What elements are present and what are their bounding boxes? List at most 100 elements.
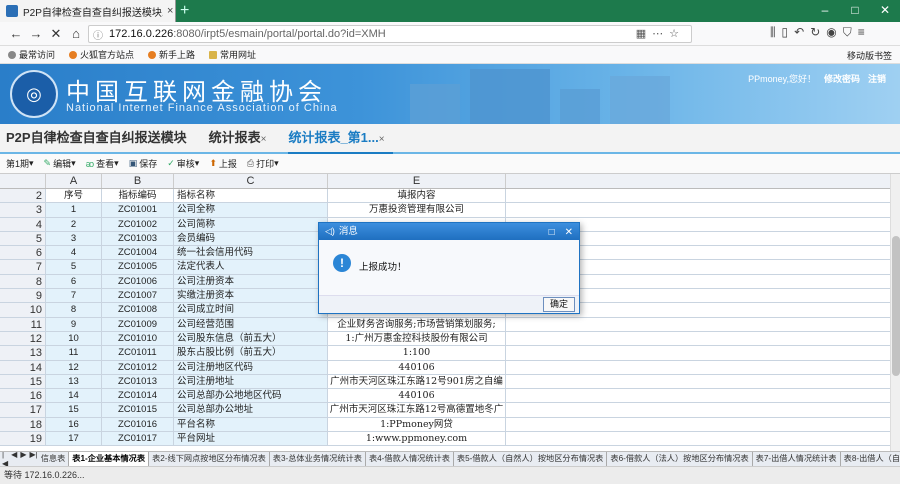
submit-button[interactable]: ⬆ 上报 [209, 157, 237, 170]
cell[interactable]: 8 [46, 303, 102, 318]
logout-link[interactable]: 注销 [868, 72, 886, 85]
scroll-thumb[interactable] [892, 236, 900, 376]
cell[interactable]: 4 [46, 246, 102, 261]
close-tab-icon[interactable]: × [261, 134, 267, 145]
cell[interactable]: 序号 [46, 189, 102, 204]
close-window-icon[interactable]: ✕ [870, 0, 900, 22]
cell[interactable]: 5 [46, 260, 102, 275]
cell[interactable]: 7 [46, 289, 102, 304]
menu-icon[interactable]: ≡ [858, 25, 865, 40]
cell[interactable] [506, 203, 900, 218]
cell[interactable]: ZC01001 [102, 203, 174, 218]
save-button[interactable]: ▣ 保存 [129, 157, 158, 170]
cell[interactable]: 15 [46, 403, 102, 418]
cell[interactable]: ZC01010 [102, 331, 174, 347]
cell[interactable]: 公司注册地址 [174, 374, 328, 390]
review-button[interactable]: ✓ 审核 ▾ [167, 157, 199, 170]
forward-icon[interactable]: → [26, 26, 46, 41]
cell[interactable]: ZC01006 [102, 274, 174, 290]
cell[interactable]: 公司注册地区代码 [174, 360, 328, 375]
home-icon[interactable]: ⌂ [66, 26, 86, 41]
cell[interactable]: 公司总部办公地址 [174, 403, 328, 418]
tab-stat-report-1[interactable]: 统计报表_第1...× [288, 127, 393, 154]
cell[interactable]: 平台名称 [174, 417, 328, 433]
cell[interactable]: ZC01009 [102, 317, 174, 332]
cell[interactable]: 公司经营范围 [174, 317, 328, 332]
cell[interactable] [506, 318, 900, 332]
sheet-tab[interactable]: 表5-借款人（自然人）按地区分布情况表 [454, 452, 608, 466]
mobile-bookmarks[interactable]: 移动版书签 [847, 49, 892, 62]
cell[interactable]: 440106 [328, 360, 506, 375]
cell[interactable]: ZC01004 [102, 246, 174, 261]
cell[interactable]: 6 [46, 274, 102, 290]
chat-icon[interactable]: ◉ [826, 25, 836, 40]
bookmark-item[interactable]: 火狐官方站点 [69, 48, 134, 61]
cell[interactable]: 1:www.ppmoney.com [328, 432, 506, 447]
cell[interactable]: 2 [46, 217, 102, 232]
cell[interactable] [506, 346, 900, 361]
ok-button[interactable]: 确定 [543, 297, 575, 312]
first-sheet-icon[interactable]: |◀ [2, 452, 8, 466]
cell[interactable] [506, 389, 900, 404]
cell[interactable]: 广州市天河区珠江东路12号901房之自编 [328, 374, 506, 390]
cell[interactable]: 广州市天河区珠江东路12号高德置地冬广 [328, 403, 506, 418]
shield-icon[interactable]: ⛉ [843, 25, 852, 40]
cell[interactable]: 12 [46, 360, 102, 375]
cell[interactable]: ZC01013 [102, 374, 174, 390]
back-icon[interactable]: ← [6, 26, 26, 41]
cell[interactable]: 14 [46, 389, 102, 404]
last-sheet-icon[interactable]: ▶| [29, 452, 37, 466]
change-password-link[interactable]: 修改密码 [824, 72, 860, 85]
sheet-tab[interactable]: 表2-线下网点按地区分布情况表 [149, 452, 270, 466]
sheet-tab[interactable]: 表8-出借人（自然 [841, 452, 900, 466]
bookmark-item[interactable]: 最常访问 [8, 48, 55, 61]
edit-button[interactable]: ✎ 编辑 ▾ [44, 157, 76, 170]
cell[interactable]: 公司股东信息（前五大） [174, 331, 328, 347]
col-e[interactable]: E [328, 174, 506, 188]
cell[interactable]: ZC01011 [102, 346, 174, 361]
close-icon[interactable]: ✕ [565, 224, 573, 241]
close-tab-icon[interactable]: × [167, 5, 173, 17]
cell[interactable] [506, 418, 900, 433]
cell[interactable]: 公司全称 [174, 203, 328, 218]
tab-stat-report[interactable]: 统计报表× [209, 127, 275, 152]
cell[interactable]: 统一社会信用代码 [174, 246, 328, 261]
vertical-scrollbar[interactable] [890, 174, 900, 451]
cell[interactable]: 公司注册资本 [174, 274, 328, 290]
cell[interactable]: ZC01008 [102, 303, 174, 318]
cell[interactable]: ZC01003 [102, 231, 174, 247]
cell[interactable]: 1:广州万惠金控科技股份有限公司 [328, 331, 506, 347]
cell[interactable]: ZC01015 [102, 403, 174, 418]
cell[interactable]: 填报内容 [328, 189, 506, 204]
cell[interactable] [506, 361, 900, 375]
cell[interactable]: 公司成立时间 [174, 303, 328, 318]
library-icon[interactable]: ⫼ [770, 25, 776, 40]
cell[interactable] [506, 432, 900, 447]
bookmark-item[interactable]: 常用网址 [209, 48, 256, 61]
browser-tab[interactable]: P2P自律检查自查自纠报送模块.ex × [0, 0, 176, 22]
cell[interactable]: 3 [46, 231, 102, 247]
cell[interactable]: ZC01007 [102, 289, 174, 304]
bookmark-item[interactable]: 新手上路 [148, 48, 195, 61]
col-c[interactable]: C [174, 174, 328, 188]
cell[interactable]: 平台网址 [174, 432, 328, 447]
prev-sheet-icon[interactable]: ◀ [11, 452, 17, 466]
cell[interactable] [506, 189, 900, 204]
cell[interactable]: 股东占股比例（前五大） [174, 346, 328, 361]
cell[interactable]: 16 [46, 417, 102, 433]
next-sheet-icon[interactable]: ▶ [20, 452, 26, 466]
new-tab-button[interactable]: + [180, 2, 189, 20]
cell[interactable] [506, 375, 900, 390]
undo-icon[interactable]: ↶ [794, 25, 804, 40]
cell[interactable]: 17 [46, 432, 102, 447]
cell[interactable]: 指标名称 [174, 189, 328, 204]
dialog-titlebar[interactable]: ◁) 消息 □ ✕ [319, 223, 579, 240]
url-actions-icon[interactable]: ▦⋯☆ [636, 27, 685, 40]
cell[interactable]: ZC01002 [102, 217, 174, 232]
url-bar[interactable]: ⓘ 172.16.0.226 :8080/irpt5/esmain/portal… [88, 25, 692, 43]
tab-module[interactable]: P2P自律检查自查自纠报送模块 [6, 127, 195, 152]
cell[interactable]: 会员编码 [174, 231, 328, 247]
cell[interactable]: 法定代表人 [174, 260, 328, 275]
sheet-tab[interactable]: 表7-出借人情况统计表 [753, 452, 841, 466]
period-dropdown[interactable]: 第1期 ▾ [6, 157, 34, 170]
